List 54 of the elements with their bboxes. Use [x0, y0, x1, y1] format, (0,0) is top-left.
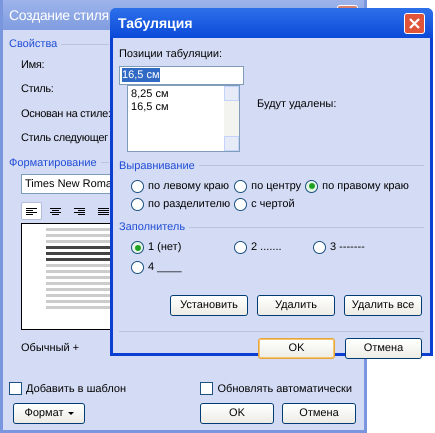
align-icon: [98, 206, 109, 216]
radio-button[interactable]: [131, 180, 144, 192]
group-title: Форматирование: [9, 156, 97, 170]
radio-button[interactable]: [234, 241, 247, 254]
option-label[interactable]: по разделителю: [148, 196, 230, 212]
radio-button[interactable]: [234, 198, 248, 210]
dialog-button[interactable]: Установить: [170, 294, 248, 316]
group-title: Заполнитель: [119, 220, 186, 235]
radio-button[interactable]: [131, 241, 144, 254]
style-description: Обычный +: [21, 341, 80, 356]
field-label: Имя:: [21, 58, 44, 72]
alignment-button[interactable]: [21, 202, 42, 220]
option-label[interactable]: 4 ____: [148, 259, 182, 276]
format-button[interactable]: Формат: [13, 403, 85, 424]
scrollbar[interactable]: [224, 86, 239, 150]
align-icon: [74, 206, 85, 216]
checkbox-option[interactable]: Обновлять автоматически: [200, 380, 352, 397]
dialog-button[interactable]: Удалить: [257, 294, 335, 316]
align-icon: [50, 206, 61, 216]
checkbox-option[interactable]: Добавить в шаблон: [9, 380, 126, 397]
option-label[interactable]: с чертой: [251, 196, 295, 212]
radio-button[interactable]: [234, 180, 248, 192]
caret-icon: [68, 412, 74, 415]
radio-button[interactable]: [131, 261, 144, 274]
field-label: Стиль:: [21, 82, 54, 97]
window-title: Создание стиля: [9, 6, 109, 25]
dialog-button[interactable]: OK: [200, 403, 274, 424]
option-label[interactable]: 1 (нет): [148, 239, 182, 256]
list-item[interactable]: 8,25 см: [131, 88, 224, 100]
tab-positions-list[interactable]: 8,25 см 16,5 см: [127, 84, 240, 152]
group-title: Выравнивание: [119, 158, 195, 174]
list-item[interactable]: 16,5 см: [131, 100, 224, 114]
radio-button[interactable]: [305, 180, 318, 192]
radio-button[interactable]: [131, 198, 144, 210]
dialog-button[interactable]: OK: [258, 338, 335, 358]
option-label[interactable]: по центру: [251, 178, 302, 194]
close-icon: [409, 18, 420, 28]
close-button[interactable]: [404, 12, 425, 34]
field-label: Будут удалены:: [257, 96, 336, 112]
option-label[interactable]: по правому краю: [322, 178, 409, 194]
dialog-button[interactable]: Отмена: [345, 338, 422, 358]
field-label: Позиции табуляции:: [119, 47, 224, 62]
align-icon: [26, 206, 37, 216]
field-label: Стиль следующег: [21, 131, 108, 146]
window-title: Табуляция: [118, 14, 192, 33]
radio-button[interactable]: [313, 241, 326, 254]
option-label[interactable]: 2 .......: [251, 239, 282, 256]
option-label[interactable]: 3 -------: [330, 239, 365, 256]
option-label[interactable]: по левому краю: [148, 178, 230, 194]
field-label: Основан на стиле:: [21, 106, 111, 122]
tab-position-field[interactable]: 16,5 см: [119, 66, 244, 84]
group-title: Свойства: [9, 37, 58, 52]
dialog-button[interactable]: Отмена: [282, 403, 356, 424]
dialog-button[interactable]: Удалить все: [344, 294, 422, 316]
